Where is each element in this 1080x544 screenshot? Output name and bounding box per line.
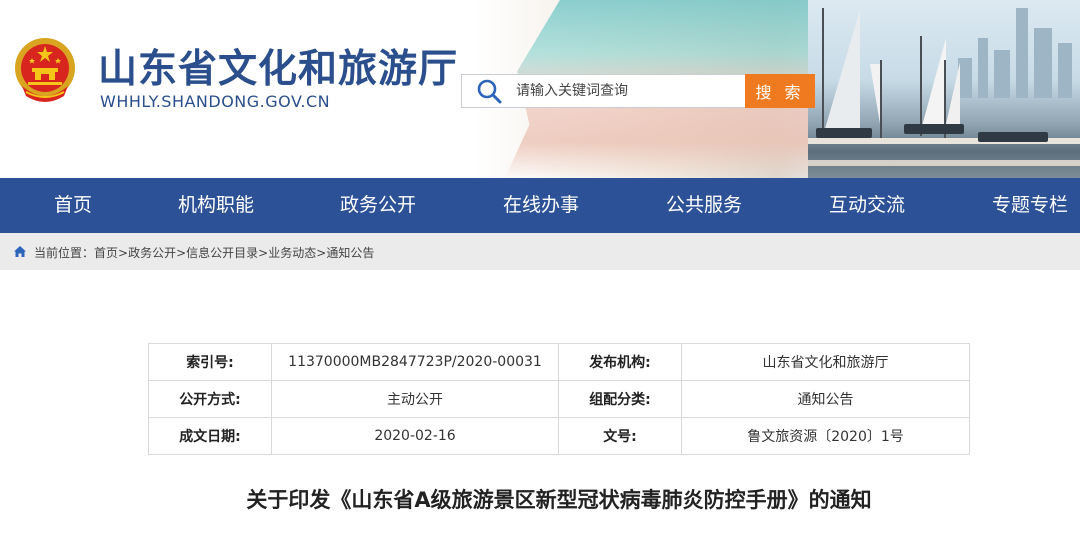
breadcrumb-item-home[interactable]: 首页 bbox=[94, 246, 118, 260]
table-row: 公开方式: 主动公开 组配分类: 通知公告 bbox=[148, 380, 970, 418]
meta-value-index: 11370000MB2847723P/2020-00031 bbox=[271, 343, 559, 381]
meta-value-disclosure: 主动公开 bbox=[271, 380, 559, 418]
breadcrumb-item-gov-affairs[interactable]: 政务公开 bbox=[128, 246, 176, 260]
meta-value-date: 2020-02-16 bbox=[271, 417, 559, 455]
search-button[interactable]: 搜 索 bbox=[745, 74, 815, 108]
site-header: 山东省文化和旅游厅 WHHLY.SHANDONG.GOV.CN 搜 索 bbox=[0, 0, 1080, 178]
nav-item-interaction[interactable]: 互动交流 bbox=[829, 178, 905, 233]
meta-label-doc-number: 文号: bbox=[558, 417, 682, 455]
site-title[interactable]: 山东省文化和旅游厅 bbox=[98, 38, 458, 94]
breadcrumb-item-business-news[interactable]: 业务动态 bbox=[268, 246, 316, 260]
table-row: 成文日期: 2020-02-16 文号: 鲁文旅资源〔2020〕1号 bbox=[148, 417, 970, 455]
meta-label-disclosure: 公开方式: bbox=[148, 380, 272, 418]
nav-item-public-services[interactable]: 公共服务 bbox=[666, 178, 742, 233]
meta-value-category: 通知公告 bbox=[681, 380, 970, 418]
meta-label-index: 索引号: bbox=[148, 343, 272, 381]
table-row: 索引号: 11370000MB2847723P/2020-00031 发布机构:… bbox=[148, 343, 970, 381]
breadcrumb-separator: > bbox=[258, 246, 269, 260]
search-box bbox=[461, 74, 746, 108]
breadcrumb-item-notices[interactable]: 通知公告 bbox=[326, 246, 374, 260]
meta-label-publisher: 发布机构: bbox=[558, 343, 682, 381]
header-banner-marina bbox=[808, 0, 1080, 178]
nav-item-gov-affairs[interactable]: 政务公开 bbox=[340, 178, 416, 233]
nav-item-functions[interactable]: 机构职能 bbox=[178, 178, 254, 233]
breadcrumb-separator: > bbox=[316, 246, 327, 260]
breadcrumb-separator: > bbox=[118, 246, 129, 260]
meta-label-date: 成文日期: bbox=[148, 417, 272, 455]
search-icon[interactable] bbox=[476, 78, 502, 104]
main-nav: 首页 机构职能 政务公开 在线办事 公共服务 互动交流 专题专栏 bbox=[0, 178, 1080, 233]
home-icon bbox=[14, 246, 26, 257]
breadcrumb-prefix: 当前位置： bbox=[34, 246, 95, 260]
site-domain: WHHLY.SHANDONG.GOV.CN bbox=[100, 92, 331, 111]
meta-label-category: 组配分类: bbox=[558, 380, 682, 418]
nav-item-online-services[interactable]: 在线办事 bbox=[503, 178, 579, 233]
nav-item-special-topics[interactable]: 专题专栏 bbox=[992, 178, 1068, 233]
meta-value-doc-number: 鲁文旅资源〔2020〕1号 bbox=[681, 417, 970, 455]
document-meta-table: 索引号: 11370000MB2847723P/2020-00031 发布机构:… bbox=[148, 343, 970, 455]
nav-item-home[interactable]: 首页 bbox=[54, 178, 92, 233]
breadcrumb: 当前位置： 首页>政务公开>信息公开目录>业务动态>通知公告 bbox=[0, 233, 1080, 270]
national-emblem-icon bbox=[15, 38, 75, 102]
breadcrumb-separator: > bbox=[176, 246, 187, 260]
meta-value-publisher: 山东省文化和旅游厅 bbox=[681, 343, 970, 381]
document-title: 关于印发《山东省A级旅游景区新型冠状病毒肺炎防控手册》的通知 bbox=[246, 488, 872, 512]
breadcrumb-item-info-catalog[interactable]: 信息公开目录 bbox=[186, 246, 258, 260]
search-input[interactable] bbox=[516, 83, 736, 99]
